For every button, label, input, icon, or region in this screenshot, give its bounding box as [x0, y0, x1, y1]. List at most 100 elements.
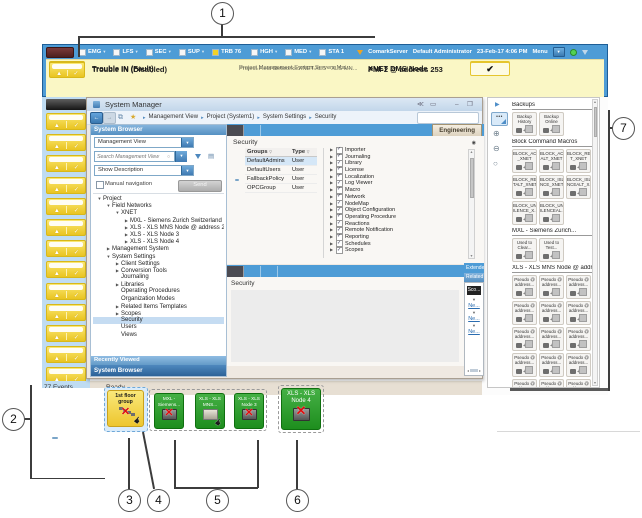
drop-target-box[interactable]	[579, 188, 587, 196]
tree-expander-icon[interactable]: ▶	[123, 238, 130, 245]
related-item[interactable]: ▼ Ne...	[465, 323, 483, 336]
event-alarm-item[interactable]: ▲ ✓	[46, 219, 86, 236]
drop-target-box[interactable]	[525, 340, 533, 348]
tree-item[interactable]: Views	[93, 332, 224, 339]
scroll-down-icon[interactable]: ▼	[469, 254, 474, 258]
node-tile[interactable]: XLS - XLS Node 4 ✕	[281, 388, 321, 430]
tree-expander-icon[interactable]: ▶	[114, 281, 121, 288]
tree-expander-icon[interactable]: ▶	[123, 217, 130, 224]
tree-expander-icon[interactable]: ▼	[105, 202, 112, 209]
tree-item[interactable]: ▼XNET	[93, 209, 224, 216]
forward-button[interactable]: →	[103, 112, 116, 124]
drop-target-box[interactable]	[525, 125, 533, 133]
tree-expander-icon[interactable]: ▼	[96, 195, 103, 202]
tree-item[interactable]: Operating Procedures	[93, 288, 224, 295]
event-alarm-item[interactable]: ▲ ✓	[46, 261, 86, 278]
tree-item[interactable]: ▼Project	[93, 195, 224, 202]
tree-item[interactable]: Journaling	[93, 274, 224, 281]
drop-target-box[interactable]	[552, 125, 560, 133]
quick-search-input[interactable]	[417, 112, 479, 124]
permission-row[interactable]: ▶ Schedules	[330, 241, 460, 248]
tree-item[interactable]: ▶Client Settings	[93, 260, 224, 267]
macro-tile[interactable]: Backup History +	[512, 112, 537, 136]
permission-row[interactable]: ▶ Remote Notification	[330, 227, 460, 234]
tree-item[interactable]: ▶XLS - XLS MNS Node @ address 2	[93, 224, 224, 231]
event-alarm-item[interactable]: ▲ ✓	[46, 198, 86, 215]
filter-icon[interactable]: ▽	[269, 150, 272, 154]
macro-tile[interactable]: Used to Clear... +	[512, 238, 537, 262]
tree-item[interactable]: Users	[93, 324, 224, 331]
macro-tile[interactable]: Pseudo @ address... +	[512, 275, 537, 299]
secondary-funnel-icon[interactable]	[582, 50, 588, 55]
category-tab[interactable]: HGH ▾	[251, 49, 277, 56]
view-selector[interactable]: Management View ▼	[94, 137, 194, 148]
event-strip-header[interactable]	[46, 99, 86, 110]
checkbox-checked-icon[interactable]	[336, 247, 343, 254]
macro-tile[interactable]: Backup Online +	[539, 112, 564, 136]
table-header[interactable]: Groups ▽Type ▽	[245, 148, 317, 157]
menu-dropdown-icon[interactable]: ▼	[553, 47, 565, 57]
drop-target-box[interactable]	[552, 251, 560, 259]
drop-target-box[interactable]	[552, 314, 560, 322]
permission-row[interactable]: ▶ Log Viewer	[330, 180, 460, 187]
breadcrumb-label[interactable]: Management View	[149, 114, 199, 122]
collapse-panel-icon[interactable]: ▶	[495, 101, 500, 108]
split-view-icon[interactable]: ⧉	[118, 113, 123, 122]
scope-tile[interactable]: Sco...	[467, 286, 481, 295]
filter-funnel-icon[interactable]	[357, 50, 363, 55]
node-tile[interactable]: MXL - Siemens... ✕	[154, 393, 184, 429]
macro-tile[interactable]: BLOCK_ISLE NCEALT_X... +	[566, 175, 591, 199]
drop-target-box[interactable]	[579, 162, 587, 170]
drop-target-box[interactable]	[525, 162, 533, 170]
scroll-left-icon[interactable]: ◂	[467, 368, 469, 373]
event-alarm-item[interactable]: ▲ ✓	[46, 283, 86, 300]
tree-item[interactable]: ▶Scopes	[93, 310, 224, 317]
event-alarm-item[interactable]: ▲ ✓	[46, 346, 86, 363]
textual-viewer-icon[interactable]: •••	[491, 112, 508, 126]
breadcrumb-item[interactable]: ▸ Management View	[143, 114, 198, 122]
macro-tile[interactable]: Pseudo @ address... +	[539, 353, 564, 377]
macro-tile[interactable]: BLOCK_UNS ILENCEAL... +	[539, 201, 564, 225]
macro-tile[interactable]: Pseudo @ address... +	[539, 379, 564, 388]
breadcrumb-item[interactable]: ▸ System Settings	[257, 114, 306, 122]
dropdown-icon[interactable]: ▼	[181, 166, 193, 175]
node-tile[interactable]: XLS - XLS MNS... ☛	[195, 393, 225, 429]
tree-item[interactable]: ▶Libraries	[93, 281, 224, 288]
permission-row[interactable]: ▶ Scopes	[330, 247, 460, 254]
group-tile[interactable]: 1st floor group ✕ ☛	[107, 390, 144, 427]
macro-tile[interactable]: BLOCK_RESE TALT_XNET +	[512, 175, 537, 199]
pane-icon[interactable]: ▭	[430, 100, 436, 109]
back-button[interactable]: ←	[90, 112, 103, 124]
permission-row[interactable]: ▶ Network	[330, 194, 460, 201]
macro-tile[interactable]: Pseudo @ address... +	[512, 379, 537, 388]
table-row[interactable]: DefaultUsersUser	[245, 166, 317, 175]
search-input[interactable]	[94, 151, 175, 162]
drop-target-box[interactable]	[525, 314, 533, 322]
tree-expander-icon[interactable]: ▶	[114, 267, 121, 274]
related-item[interactable]: ▼ Ne...	[465, 297, 483, 310]
category-tab[interactable]: LFS ▾	[113, 49, 137, 56]
macro-tile[interactable]: Pseudo @ address... +	[566, 301, 591, 325]
permission-row[interactable]: ▶ Macro	[330, 187, 460, 194]
macro-tile[interactable]: Pseudo @ address... +	[539, 327, 564, 351]
dock-icon[interactable]: ≪	[417, 100, 424, 109]
macro-tile[interactable]: Pseudo @ address... +	[566, 379, 591, 388]
system-browser-header[interactable]: System Browser	[91, 125, 226, 135]
vertical-scrollbar[interactable]: ▲ ▼	[468, 149, 475, 259]
breadcrumb-label[interactable]: Security	[315, 114, 337, 122]
scrollbar-thumb[interactable]	[470, 158, 474, 198]
permission-row[interactable]: ▶ Operating Procedure	[330, 214, 460, 221]
related-item[interactable]: ▼ Ne...	[465, 310, 483, 323]
macro-tile[interactable]: Pseudo @ address... +	[566, 327, 591, 351]
related-item-link[interactable]: Ne...	[465, 329, 483, 336]
related-item-link[interactable]: Ne...	[465, 316, 483, 323]
drop-target-box[interactable]	[579, 366, 587, 374]
search-icon[interactable]: ○	[493, 159, 498, 168]
event-alarm-item[interactable]: ▲ ✓	[46, 155, 86, 172]
scroll-up-icon[interactable]: ▲	[593, 100, 597, 104]
event-row[interactable]: ▲ ✓ Trouble IN (Disabled) Project.Field …	[46, 59, 604, 79]
acknowledge-button[interactable]: ✔	[470, 62, 510, 76]
menu-button[interactable]: Menu	[532, 49, 547, 55]
macro-tile[interactable]: Pseudo @ address... +	[539, 301, 564, 325]
category-tab[interactable]: SEC ▾	[146, 49, 171, 56]
